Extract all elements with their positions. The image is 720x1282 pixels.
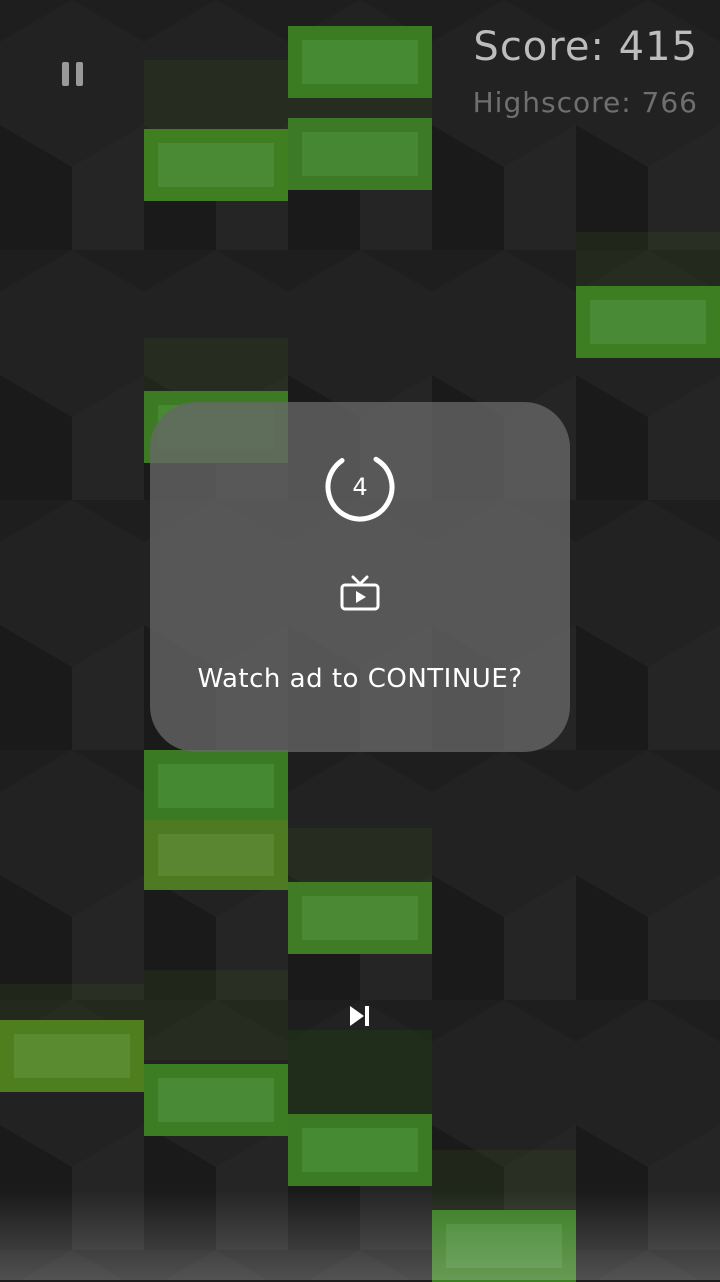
green-tile[interactable]	[288, 882, 432, 954]
pause-icon	[62, 62, 69, 86]
pause-button[interactable]	[62, 62, 86, 88]
green-tile[interactable]	[288, 26, 432, 98]
tile-shadow	[144, 60, 288, 130]
tile-shadow	[288, 828, 432, 882]
green-tile[interactable]	[288, 1114, 432, 1186]
green-tile[interactable]	[288, 118, 432, 190]
tile-shadow	[576, 232, 720, 286]
tile-shadow	[288, 1030, 432, 1114]
score-label: Score: 415	[473, 24, 698, 70]
lime-tile[interactable]	[144, 820, 288, 890]
continue-message: Watch ad to CONTINUE?	[197, 664, 523, 694]
tile-shadow	[144, 338, 288, 392]
countdown-number: 4	[352, 473, 368, 501]
tile-shadow	[0, 984, 144, 1020]
pause-icon	[76, 62, 83, 86]
skip-next-icon[interactable]	[346, 1002, 374, 1030]
highscore-label: Highscore: 766	[472, 86, 698, 119]
green-tile[interactable]	[144, 1064, 288, 1136]
green-tile[interactable]	[144, 750, 288, 822]
tile-shadow	[288, 96, 432, 118]
tile-shadow	[432, 1150, 576, 1210]
tile-shadow	[144, 970, 288, 1060]
green-tile[interactable]	[144, 129, 288, 201]
lime-tile[interactable]	[0, 1020, 144, 1092]
continue-dialog[interactable]: 4 Watch ad to CONTINUE?	[150, 402, 570, 752]
green-tile[interactable]	[432, 1210, 576, 1282]
tv-play-icon	[340, 575, 380, 611]
green-tile[interactable]	[576, 286, 720, 358]
